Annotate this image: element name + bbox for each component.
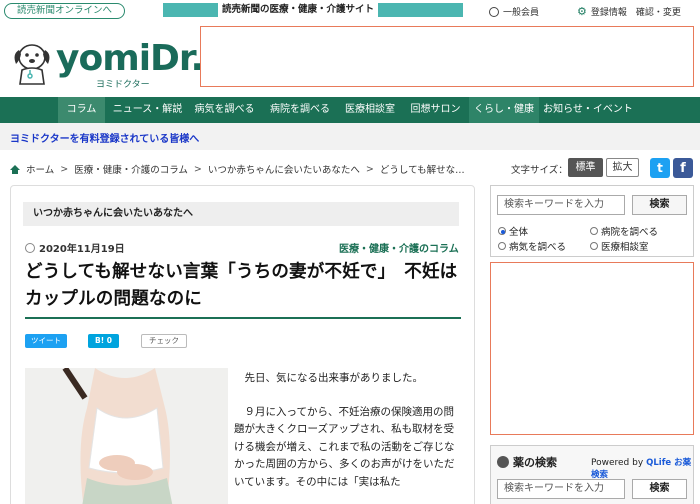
search-button[interactable]: 検索 — [632, 195, 687, 215]
article-card: いつか赤ちゃんに会いたいあなたへ 2020年11月19日 医療・健康・介護のコラ… — [10, 185, 475, 504]
home-icon — [10, 164, 20, 174]
radio-consult-label: 医療相談室 — [601, 242, 649, 253]
radio-hospitals[interactable]: 病院を調べる — [590, 224, 658, 238]
nav-item-lifestyle[interactable]: くらし・健康 — [469, 97, 539, 123]
drug-title-text: 薬の検索 — [513, 456, 557, 469]
radio-all-label: 全体 — [509, 227, 529, 238]
site-tagline: 読売新聞の医療・健康・介護サイト — [218, 3, 378, 17]
nav-item-events[interactable]: お知らせ・イベント — [539, 97, 637, 123]
breadcrumb-separator: > — [60, 163, 69, 175]
logo-wordmark: yomiDr. — [56, 38, 204, 79]
tweet-label: ツイート — [31, 336, 61, 345]
title-divider — [25, 317, 461, 319]
nav-item-news[interactable]: ニュース・解説 — [108, 97, 187, 123]
nav-item-consult[interactable]: 医療相談室 — [338, 97, 402, 123]
date-text: 2020年11月19日 — [39, 244, 125, 255]
mixi-check-button[interactable]: チェック — [141, 334, 187, 348]
facebook-icon[interactable]: f — [673, 158, 693, 178]
twitter-icon[interactable]: t — [650, 158, 670, 178]
user-icon — [489, 6, 499, 17]
radio-diseases[interactable]: 病気を調べる — [498, 239, 566, 253]
article-body: 先日、気になる出来事がありました。 ９月に入ってから、不妊治療の保険適用の問題が… — [234, 370, 460, 491]
radio-icon — [498, 242, 506, 250]
radio-selected-icon — [498, 227, 506, 235]
breadcrumb-home[interactable]: ホーム — [26, 162, 54, 176]
header-ad-banner[interactable] — [200, 26, 694, 87]
clock-icon — [25, 242, 35, 253]
breadcrumb-series[interactable]: いつか赤ちゃんに会いたいあなたへ — [208, 162, 360, 176]
drug-search-box: 薬の検索 Powered by QLife お薬検索 検索キーワードを入力 検索 — [490, 445, 694, 504]
drug-powered-by: Powered by QLife お薬検索 — [591, 456, 693, 480]
woman-photo-illustration — [25, 368, 228, 504]
yomiuri-online-link[interactable]: 読売新聞オンラインへ — [4, 3, 125, 19]
radio-icon — [590, 242, 598, 250]
paid-member-notice-link[interactable]: ヨミドクターを有料登録されている皆様へ — [10, 130, 199, 145]
category-link[interactable]: 医療・健康・介護のコラム — [339, 240, 459, 255]
check-label: チェック — [149, 336, 179, 345]
font-size-standard-button[interactable]: 標準 — [568, 158, 603, 177]
main-nav: コラム ニュース・解説 病気を調べる 病院を調べる 医療相談室 回想サロン くら… — [0, 97, 700, 123]
pill-icon — [497, 456, 509, 468]
nav-item-salon[interactable]: 回想サロン — [402, 97, 469, 123]
sidebar-ad-banner[interactable] — [490, 262, 694, 435]
powered-by-label: Powered by — [591, 458, 644, 468]
drug-search-input[interactable]: 検索キーワードを入力 — [497, 479, 625, 499]
site-search-box: 検索キーワードを入力 検索 全体 病院を調べる 病気を調べる 医療相談室 — [490, 185, 694, 257]
drug-search-title: 薬の検索 — [497, 454, 557, 470]
breadcrumb: ホーム > 医療・健康・介護のコラム > いつか赤ちゃんに会いたいあなたへ > … — [10, 162, 465, 176]
radio-all[interactable]: 全体 — [498, 224, 528, 238]
radio-hospitals-label: 病院を調べる — [601, 227, 659, 238]
nav-item-hospitals[interactable]: 病院を調べる — [262, 97, 338, 123]
register-info-link[interactable]: ⚙ 登録情報 確認・変更 — [577, 5, 681, 18]
register-label: 登録情報 確認・変更 — [590, 8, 681, 18]
breadcrumb-separator: > — [193, 163, 202, 175]
breadcrumb-separator: > — [365, 163, 374, 175]
dog-mascot-icon — [14, 44, 50, 85]
article-photo — [25, 368, 228, 504]
site-logo[interactable]: yomiDr. ヨミドクター — [8, 38, 204, 90]
nav-item-column[interactable]: コラム — [58, 97, 105, 123]
top-bar: 読売新聞オンラインへ 読売新聞の医療・健康・介護サイト 一般会員 ⚙ 登録情報 … — [0, 0, 700, 22]
paragraph-1: 先日、気になる出来事がありました。 — [234, 372, 423, 384]
search-input[interactable]: 検索キーワードを入力 — [497, 195, 625, 215]
logo-subtitle: ヨミドクター — [96, 80, 150, 90]
article-title: どうしても解せない言葉「うちの妻が不妊で」 不妊はカップルの問題なのに — [25, 262, 458, 309]
tweet-button[interactable]: ツイート — [25, 334, 67, 348]
radio-consult[interactable]: 医療相談室 — [590, 239, 649, 253]
gear-icon: ⚙ — [577, 5, 587, 18]
radio-icon — [590, 227, 598, 235]
article-date: 2020年11月19日 — [25, 240, 125, 255]
nav-item-diseases[interactable]: 病気を調べる — [187, 97, 262, 123]
radio-diseases-label: 病気を調べる — [509, 242, 567, 253]
font-size-label: 文字サイズ： — [511, 165, 568, 176]
paragraph-2: ９月に入ってから、不妊治療の保険適用の問題が大きくクローズアップされ、私も取材を… — [234, 405, 455, 488]
drug-search-button[interactable]: 検索 — [632, 479, 687, 499]
series-title[interactable]: いつか赤ちゃんに会いたいあなたへ — [23, 202, 459, 226]
member-link[interactable]: 一般会員 — [489, 5, 539, 18]
notice-bar: ヨミドクターを有料登録されている皆様へ — [0, 123, 700, 150]
hatena-bookmark-button[interactable]: B! 0 — [88, 334, 119, 348]
font-size-large-button[interactable]: 拡大 — [606, 158, 639, 177]
breadcrumb-column[interactable]: 医療・健康・介護のコラム — [74, 162, 188, 176]
member-label: 一般会員 — [503, 8, 540, 18]
breadcrumb-current: どうしても解せな… — [379, 165, 465, 176]
